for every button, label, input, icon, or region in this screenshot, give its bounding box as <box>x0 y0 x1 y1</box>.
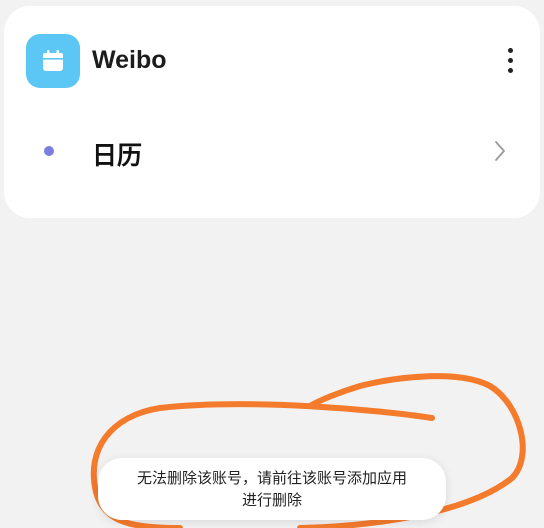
account-card: Weibo 日历 <box>4 6 540 218</box>
calendar-icon <box>26 34 80 88</box>
status-dot <box>44 146 54 156</box>
account-label: 日历 <box>92 141 143 170</box>
toast-message: 无法删除该账号，请前往该账号添加应用 进行删除 <box>98 458 446 520</box>
more-options-button[interactable] <box>498 40 522 80</box>
chevron-right-icon <box>495 141 505 161</box>
account-row-calendar[interactable]: 日历 <box>4 122 540 180</box>
more-vertical-icon <box>507 47 513 53</box>
app-title: Weibo <box>92 46 167 74</box>
toast-line-1: 无法删除该账号，请前往该账号添加应用 <box>136 469 407 487</box>
toast-line-2: 进行删除 <box>241 491 302 509</box>
